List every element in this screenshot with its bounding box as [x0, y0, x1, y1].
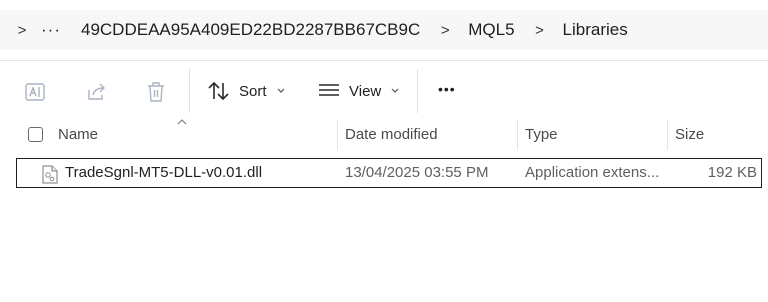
expand-breadcrumb-chevron-icon[interactable]: >: [13, 22, 31, 39]
file-name[interactable]: TradeSgnl-MT5-DLL-v0.01.dll: [65, 159, 262, 187]
chevron-right-icon[interactable]: >: [436, 22, 454, 39]
share-icon: [88, 83, 105, 100]
column-divider[interactable]: [517, 120, 518, 150]
breadcrumb-overflow-button[interactable]: ···: [41, 20, 61, 40]
breadcrumb-item-folder-id[interactable]: 49CDDEAA95A409ED22BD2287BB67CB9C: [81, 20, 420, 40]
chevron-down-icon: [391, 88, 399, 93]
column-header-size[interactable]: Size: [675, 120, 704, 150]
file-row[interactable]: TradeSgnl-MT5-DLL-v0.01.dll 13/04/2025 0…: [16, 158, 762, 188]
column-header-name[interactable]: Name: [58, 120, 98, 150]
sort-button[interactable]: Sort: [207, 80, 285, 102]
dll-file-icon: [42, 165, 58, 184]
toolbar-divider: [189, 69, 190, 113]
trash-icon: [148, 82, 164, 102]
column-divider[interactable]: [337, 120, 338, 150]
sort-label: Sort: [239, 82, 267, 100]
file-date-modified: 13/04/2025 03:55 PM: [345, 164, 489, 181]
chevron-right-icon[interactable]: >: [531, 22, 549, 39]
file-type: Application extens...: [525, 164, 660, 181]
sort-arrows-icon: [208, 81, 229, 101]
chevron-down-icon: [277, 88, 284, 93]
rename-icon: [25, 83, 45, 101]
see-more-button[interactable]: •••: [438, 81, 456, 97]
command-bar: Sort View •••: [0, 60, 768, 123]
file-size: 192 KB: [707, 164, 757, 181]
delete-button[interactable]: [146, 81, 166, 103]
view-label: View: [349, 82, 382, 100]
breadcrumb-item-libraries[interactable]: Libraries: [563, 20, 628, 40]
sort-ascending-caret-icon: [177, 119, 187, 125]
rename-button[interactable]: [24, 81, 46, 103]
column-header-date-modified[interactable]: Date modified: [345, 120, 438, 150]
share-button[interactable]: [86, 81, 108, 103]
breadcrumb-item-mql5[interactable]: MQL5: [468, 20, 514, 40]
view-button[interactable]: View: [318, 81, 399, 101]
column-divider[interactable]: [667, 120, 668, 150]
column-header-type[interactable]: Type: [525, 120, 558, 150]
select-all-checkbox[interactable]: [28, 127, 43, 142]
toolbar-divider: [417, 69, 418, 113]
column-header-row: Name Date modified Type Size: [0, 119, 768, 150]
address-bar[interactable]: > ··· 49CDDEAA95A409ED22BD2287BB67CB9C >…: [0, 10, 768, 50]
view-list-icon: [319, 84, 339, 96]
